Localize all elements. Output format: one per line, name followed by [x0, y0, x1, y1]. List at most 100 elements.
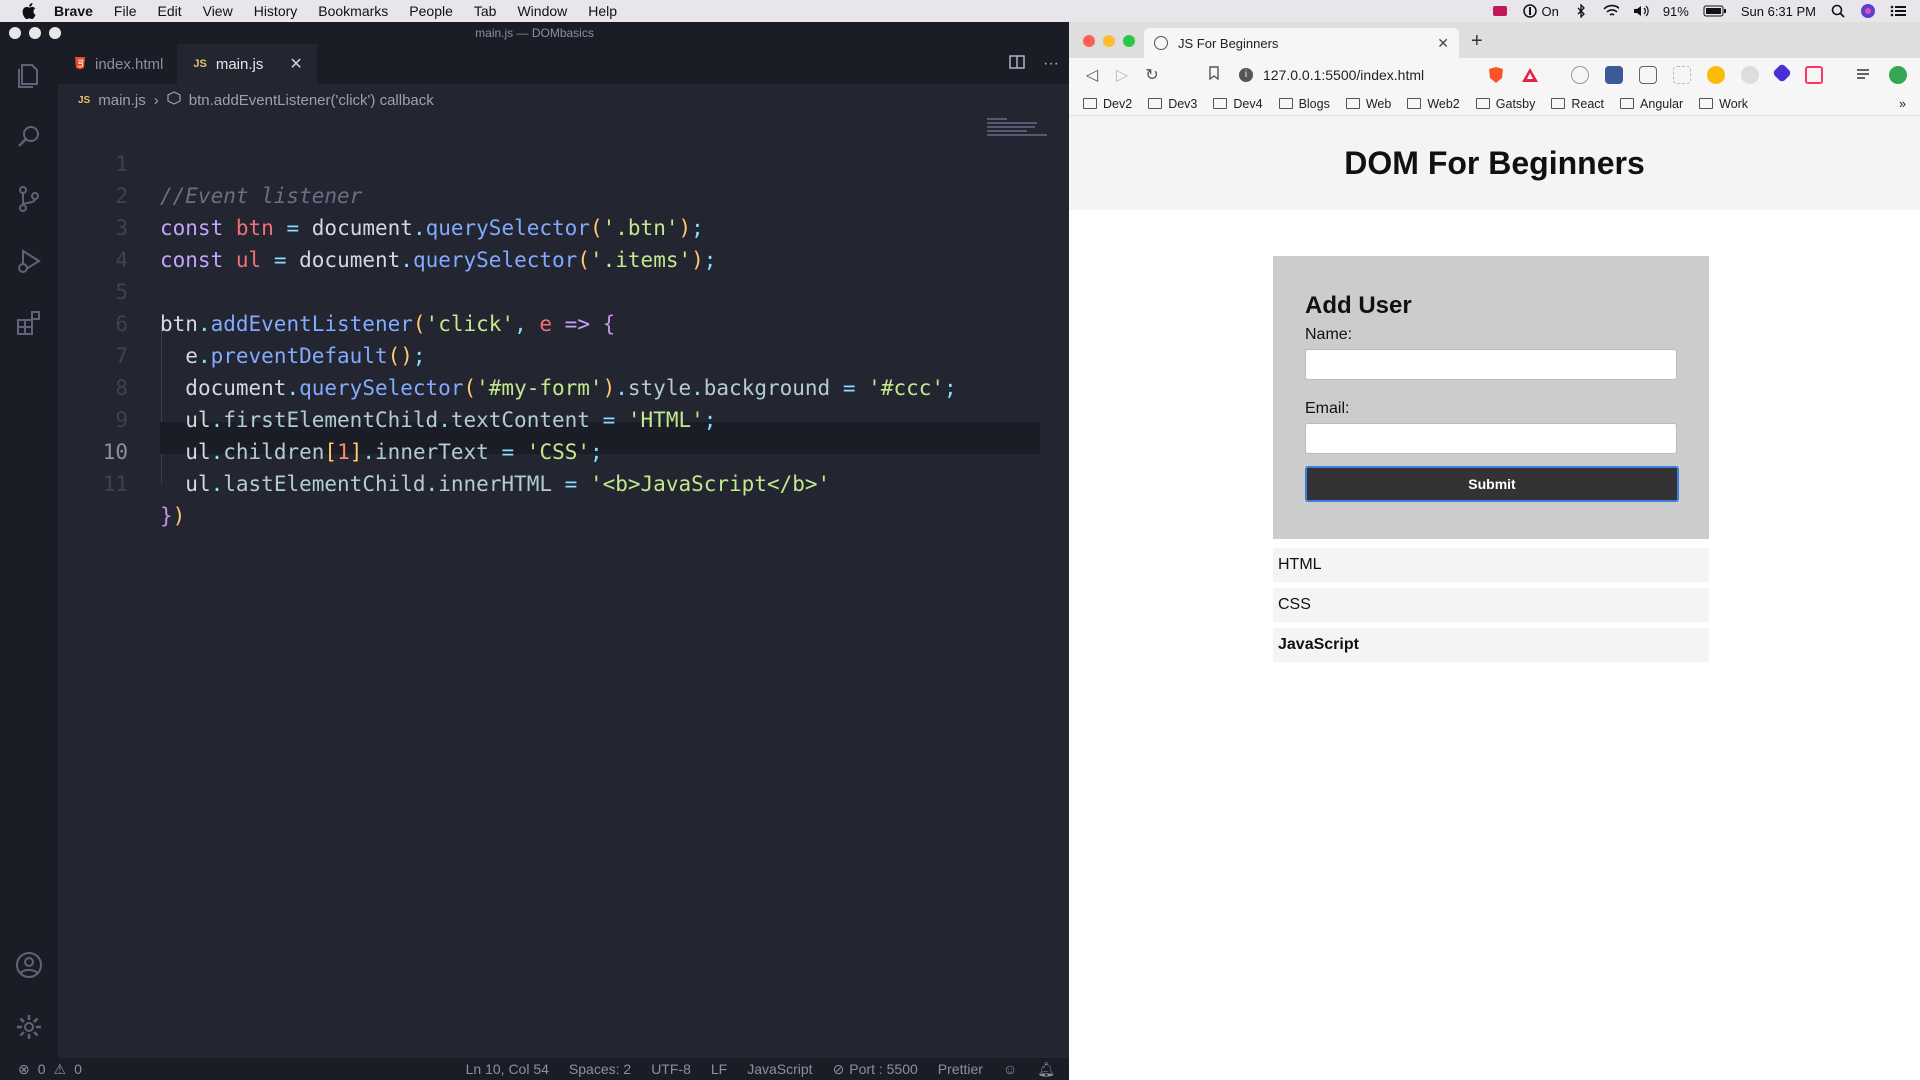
- extension-icon[interactable]: [1805, 66, 1823, 84]
- minimize-window-button[interactable]: [1103, 35, 1115, 47]
- profile-icon[interactable]: [1889, 66, 1907, 84]
- code-line: 1 //Event listener: [58, 116, 1069, 208]
- menu-view[interactable]: View: [203, 3, 233, 19]
- breadcrumb-file[interactable]: main.js: [98, 92, 146, 109]
- code-token: ul: [185, 472, 211, 496]
- clock[interactable]: Sun 6:31 PM: [1741, 4, 1816, 19]
- browser-tab[interactable]: JS For Beginners ✕: [1144, 28, 1459, 58]
- menu-app-brave[interactable]: Brave: [54, 3, 93, 19]
- bookmark-folder[interactable]: Angular: [1620, 97, 1683, 111]
- brave-rewards-icon[interactable]: [1521, 66, 1539, 89]
- more-actions-icon[interactable]: ···: [1043, 55, 1059, 73]
- extension-icon[interactable]: [1673, 66, 1691, 84]
- menu-help[interactable]: Help: [588, 3, 617, 19]
- extension-icon[interactable]: [1707, 66, 1725, 84]
- bookmark-icon[interactable]: [1199, 65, 1229, 85]
- breadcrumb-symbol[interactable]: btn.addEventListener('click') callback: [189, 92, 434, 109]
- spotlight-search-icon[interactable]: [1830, 4, 1846, 18]
- indentation[interactable]: Spaces: 2: [569, 1061, 631, 1077]
- settings-gear-icon[interactable]: [0, 996, 58, 1058]
- forward-icon[interactable]: ▷: [1107, 65, 1137, 85]
- reload-icon[interactable]: ↻: [1137, 65, 1167, 85]
- live-server-port[interactable]: ⊘ Port : 5500: [833, 1061, 918, 1078]
- address-bar[interactable]: i 127.0.0.1:5500/index.html: [1239, 63, 1474, 87]
- explorer-icon[interactable]: [0, 44, 58, 106]
- language-mode[interactable]: JavaScript: [747, 1061, 812, 1077]
- close-tab-icon[interactable]: ✕: [1437, 35, 1449, 52]
- search-icon[interactable]: [0, 106, 58, 168]
- formatter[interactable]: Prettier: [938, 1061, 983, 1077]
- bookmark-folder[interactable]: Work: [1699, 97, 1748, 111]
- accounts-icon[interactable]: [0, 934, 58, 996]
- new-tab-icon[interactable]: +: [1471, 30, 1483, 53]
- close-tab-icon[interactable]: ✕: [289, 54, 302, 74]
- source-control-icon[interactable]: [0, 168, 58, 230]
- code-editor[interactable]: 1 //Event listener 2 const btn = documen…: [58, 116, 1069, 1058]
- bookmark-folder[interactable]: Web: [1345, 97, 1391, 111]
- brave-shields-icon[interactable]: [1487, 66, 1505, 89]
- battery-icon[interactable]: [1703, 4, 1727, 18]
- bookmark-folder[interactable]: Blogs: [1278, 97, 1330, 111]
- vpn-status[interactable]: On: [1522, 4, 1559, 19]
- tab-main-js[interactable]: JS main.js ✕: [177, 44, 317, 84]
- folder-icon: [1345, 98, 1360, 109]
- feedback-icon[interactable]: ☺: [1003, 1061, 1017, 1077]
- page-title: DOM For Beginners: [1344, 144, 1645, 181]
- folder-icon: [1148, 98, 1163, 109]
- volume-icon[interactable]: [1633, 4, 1649, 18]
- vpn-icon: [1522, 4, 1538, 18]
- notifications-bell-icon[interactable]: 🔔︎: [1037, 1061, 1055, 1078]
- folder-icon: [1213, 98, 1228, 109]
- extension-icon[interactable]: [1741, 66, 1759, 84]
- menu-history[interactable]: History: [254, 3, 298, 19]
- menu-people[interactable]: People: [409, 3, 453, 19]
- bookmark-folder[interactable]: Dev4: [1213, 97, 1263, 111]
- siri-icon[interactable]: [1860, 4, 1876, 18]
- more-bookmarks-icon[interactable]: »: [1899, 97, 1906, 111]
- name-input[interactable]: [1305, 349, 1677, 380]
- submit-button[interactable]: Submit: [1305, 466, 1679, 502]
- menu-tab[interactable]: Tab: [474, 3, 497, 19]
- notification-center-icon[interactable]: [1890, 4, 1906, 18]
- encoding[interactable]: UTF-8: [651, 1061, 691, 1077]
- email-input[interactable]: [1305, 423, 1677, 454]
- tab-label: main.js: [215, 55, 264, 73]
- back-icon[interactable]: ◁: [1077, 65, 1107, 85]
- bookmark-folder[interactable]: Web2: [1407, 97, 1460, 111]
- menu-bookmarks[interactable]: Bookmarks: [318, 3, 388, 19]
- extension-icon[interactable]: [1605, 66, 1623, 84]
- bookmark-folder[interactable]: Dev3: [1148, 97, 1197, 111]
- run-debug-icon[interactable]: [0, 230, 58, 292]
- menu-file[interactable]: File: [114, 3, 137, 19]
- menu-edit[interactable]: Edit: [157, 3, 181, 19]
- web-page: DOM For Beginners Add User Name: Email: …: [1069, 116, 1920, 1080]
- bookmark-folder[interactable]: Dev2: [1083, 97, 1132, 111]
- tab-index-html[interactable]: index.html: [58, 44, 177, 84]
- extensions-icon[interactable]: [0, 292, 58, 354]
- bookmark-folder[interactable]: React: [1551, 97, 1604, 111]
- split-editor-icon[interactable]: [1009, 54, 1025, 75]
- wifi-icon[interactable]: [1603, 4, 1619, 18]
- menu-window[interactable]: Window: [517, 3, 567, 19]
- maximize-window-button[interactable]: [1123, 35, 1135, 47]
- reading-list-icon[interactable]: [1855, 66, 1873, 84]
- end-of-line[interactable]: LF: [711, 1061, 727, 1077]
- problems-indicator[interactable]: ⊗ 0 ⚠ 0: [18, 1061, 82, 1078]
- bookmark-folder[interactable]: Gatsby: [1475, 97, 1535, 111]
- bookmark-label: Dev2: [1103, 96, 1133, 111]
- apple-icon[interactable]: [20, 2, 38, 20]
- code-line: 5 btn.addEventListener('click', e => {: [58, 244, 1069, 336]
- warning-icon: ⚠: [53, 1060, 67, 1077]
- tab-label: index.html: [95, 55, 164, 73]
- info-icon[interactable]: i: [1239, 68, 1253, 82]
- cursor-position[interactable]: Ln 10, Col 54: [466, 1061, 549, 1077]
- folder-icon: [1278, 98, 1293, 109]
- screen-recorder-icon[interactable]: [1492, 4, 1508, 18]
- line-number: 11: [102, 472, 128, 496]
- extension-icon[interactable]: [1772, 63, 1792, 83]
- extension-icon[interactable]: [1571, 66, 1589, 84]
- close-window-button[interactable]: [1083, 35, 1095, 47]
- bluetooth-icon[interactable]: [1573, 4, 1589, 18]
- activity-bar: [0, 44, 58, 1058]
- extension-icon[interactable]: [1639, 66, 1657, 84]
